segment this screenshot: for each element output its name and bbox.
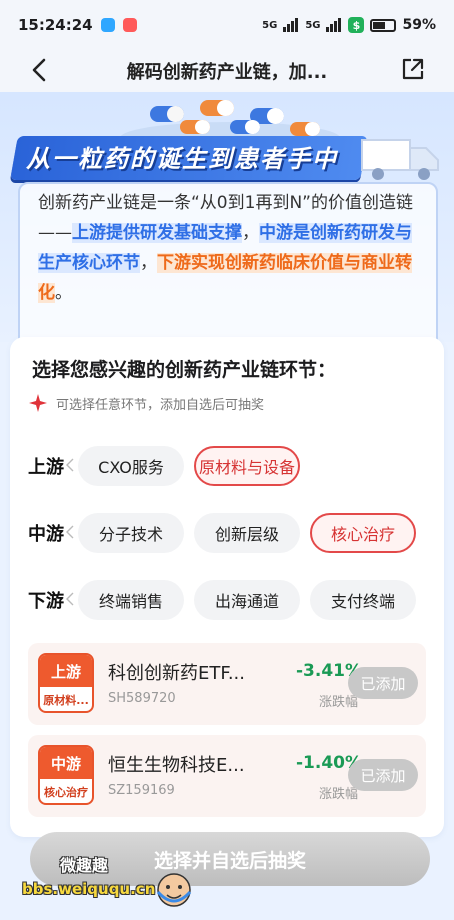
- back-icon[interactable]: [26, 56, 54, 84]
- added-button[interactable]: 已添加: [348, 667, 418, 699]
- fund-badge: 上游 原材料...: [38, 653, 94, 713]
- added-button[interactable]: 已添加: [348, 759, 418, 791]
- chevron-left-icon: [66, 458, 74, 472]
- app-icon: [100, 18, 115, 32]
- hero-banner: 从一粒药的诞生到患者手中 创新药产业链是一条“从0到1再到N”的价值创造链——上…: [0, 92, 454, 409]
- nav-bar: 解码创新药产业链，加...: [0, 50, 454, 92]
- hint-text: 可选择任意环节，添加自选后可抽奖: [56, 397, 265, 413]
- chip-payment-terminal[interactable]: 支付终端: [310, 580, 416, 620]
- watermark-url: bbs.weiququ.cn: [22, 880, 156, 898]
- watermark-title: 微趣趣: [60, 856, 109, 875]
- hero-desc-highlight: 上游提供研发基础支撑: [72, 223, 242, 243]
- stage-label: 下游: [10, 587, 78, 613]
- hero-description: 创新药产业链是一条“从0到1再到N”的价值创造链——上游提供研发基础支撑，中游是…: [38, 188, 428, 308]
- money-icon: $: [348, 17, 365, 33]
- stage-label: 上游: [10, 453, 78, 479]
- fund-name: 恒生生物科技E...: [108, 755, 245, 776]
- badge-segment: 原材料...: [43, 694, 89, 707]
- fund-change-label: 涨跌幅: [318, 787, 358, 802]
- chip-innovation-level[interactable]: 创新层级: [194, 513, 300, 553]
- stage-row-midstream: 中游 分子技术 创新层级 核心治疗: [10, 510, 444, 556]
- share-icon[interactable]: [400, 56, 426, 82]
- chevron-left-icon: [66, 592, 74, 606]
- stage-label-text: 下游: [28, 591, 64, 612]
- chip-terminal-sales[interactable]: 终端销售: [78, 580, 184, 620]
- chip-raw-materials[interactable]: 原材料与设备: [194, 446, 300, 486]
- hero-desc-text: 。: [55, 283, 72, 303]
- stage-label: 中游: [10, 520, 78, 546]
- badge-segment: 核心治疗: [44, 786, 88, 799]
- chip-overseas-channel[interactable]: 出海通道: [194, 580, 300, 620]
- stage-row-upstream: 上游 CXO服务 原材料与设备: [10, 443, 444, 489]
- fund-card[interactable]: 上游 原材料... 科创创新药ETF... SH589720 -3.41% 涨跌…: [28, 643, 426, 725]
- chip-molecular-tech[interactable]: 分子技术: [78, 513, 184, 553]
- signal-icon: 5G: [305, 19, 321, 31]
- fund-change-label: 涨跌幅: [318, 695, 358, 710]
- page-title: 解码创新药产业链，加...: [126, 62, 328, 83]
- stage-label-text: 上游: [28, 457, 64, 478]
- stage-label-text: 中游: [28, 524, 64, 545]
- battery-icon: [370, 18, 397, 32]
- chip-cxo[interactable]: CXO服务: [78, 446, 184, 486]
- chevron-left-icon: [66, 525, 74, 539]
- hero-title: 从一粒药的诞生到患者手中: [26, 145, 338, 173]
- hint-row: 可选择任意环节，添加自选后可抽奖: [28, 393, 264, 413]
- mascot-icon: [156, 873, 192, 907]
- fund-code: SH589720: [108, 691, 176, 706]
- signal-bars-icon: [326, 18, 342, 32]
- status-time: 15:24:24: [18, 16, 93, 34]
- battery-level: 59%: [402, 17, 436, 33]
- fund-badge: 中游 核心治疗: [38, 745, 94, 805]
- selector-title: 选择您感兴趣的创新药产业链环节：: [32, 359, 337, 381]
- fund-code: SZ159169: [108, 783, 175, 798]
- sparkle-icon: [29, 394, 47, 412]
- watermark: 微趣趣 bbs.weiququ.cn: [18, 846, 198, 916]
- hero-desc-text: ，: [242, 223, 259, 243]
- selector-panel: 选择您感兴趣的创新药产业链环节： 可选择任意环节，添加自选后可抽奖 上游 CXO…: [10, 337, 444, 837]
- status-bar: 15:24:24 5G 5G $ 59%: [0, 0, 454, 50]
- truck-icon: [361, 139, 439, 180]
- fund-card[interactable]: 中游 核心治疗 恒生生物科技E... SZ159169 -1.40% 涨跌幅 已…: [28, 735, 426, 817]
- app-icon: [122, 18, 137, 32]
- badge-stage: 上游: [40, 655, 92, 687]
- stage-row-downstream: 下游 终端销售 出海通道 支付终端: [10, 577, 444, 623]
- signal-icon: 5G: [262, 19, 278, 31]
- hero-desc-text: ，: [140, 253, 157, 273]
- badge-stage: 中游: [40, 747, 92, 779]
- signal-bars-icon: [283, 18, 299, 32]
- chip-core-therapy[interactable]: 核心治疗: [310, 513, 416, 553]
- fund-name: 科创创新药ETF...: [108, 663, 245, 684]
